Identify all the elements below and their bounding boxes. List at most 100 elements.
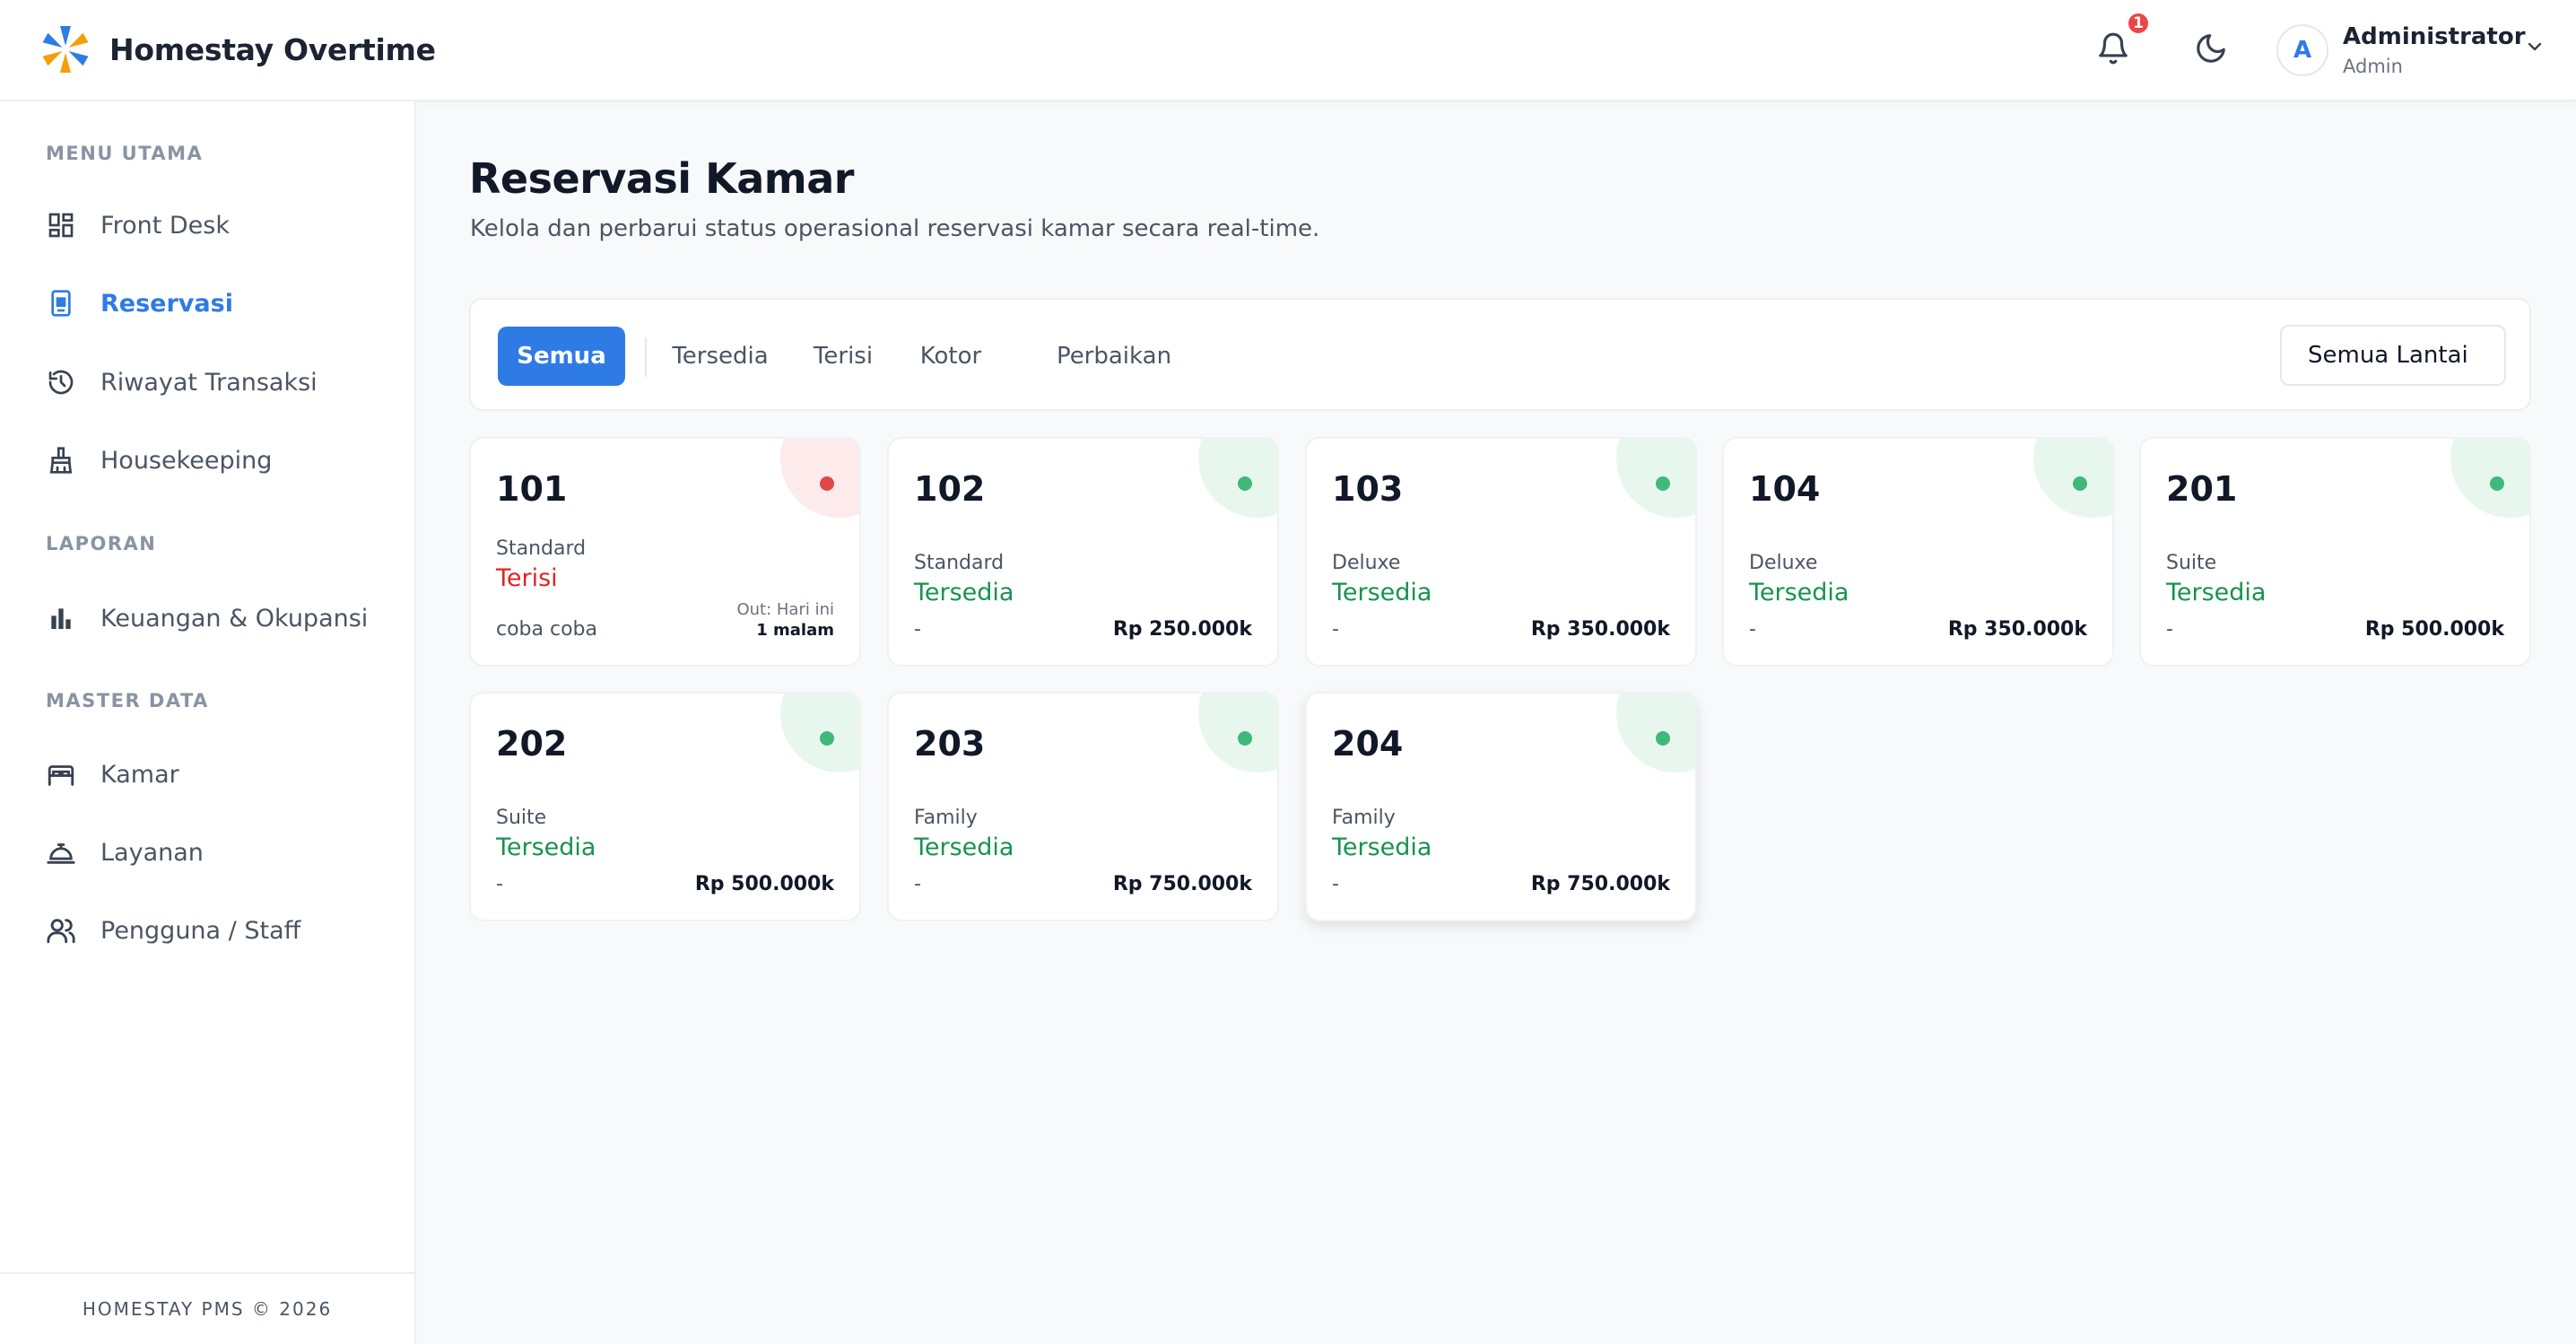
sidebar-item-label: Pengguna / Staff xyxy=(100,916,301,945)
room-card-101[interactable]: 101 Standard Terisi coba coba Out: Hari … xyxy=(469,437,861,667)
room-card-104[interactable]: 104 Deluxe Tersedia - Rp 350.000k xyxy=(1722,437,2114,667)
room-number: 202 xyxy=(496,724,568,764)
reservation-icon xyxy=(45,287,77,319)
tab-terisi[interactable]: Terisi xyxy=(803,327,883,386)
checkout-label: Out: Hari ini xyxy=(736,600,834,619)
sidebar-item-label: Reservasi xyxy=(100,289,233,318)
guest-name: - xyxy=(496,873,503,895)
filter-bar: Semua Tersedia Terisi Kotor Perbaikan Se… xyxy=(469,298,2531,411)
room-price: Rp 250.000k xyxy=(1112,618,1252,641)
sidebar-item-label: Riwayat Transaksi xyxy=(100,368,318,397)
room-card-203[interactable]: 203 Family Tersedia - Rp 750.000k xyxy=(887,692,1279,921)
sidebar: MENU UTAMA Front Desk Reservasi Riwayat … xyxy=(0,101,416,1344)
moon-icon xyxy=(2197,34,2225,63)
brand-logo-icon xyxy=(42,26,89,73)
sidebar-item-keuangan-okupansi[interactable]: Keuangan & Okupansi xyxy=(45,593,386,643)
status-dot xyxy=(1238,476,1252,491)
room-type: Family xyxy=(1332,807,1396,829)
bell-icon xyxy=(2099,32,2128,65)
sidebar-item-housekeeping[interactable]: Housekeeping xyxy=(45,435,386,485)
room-card-103[interactable]: 103 Deluxe Tersedia - Rp 350.000k xyxy=(1305,437,1697,667)
history-icon xyxy=(45,366,77,398)
bar-chart-icon xyxy=(45,602,77,634)
chevron-down-icon[interactable] xyxy=(2524,36,2546,57)
room-status: Tersedia xyxy=(914,833,1014,861)
bed-icon xyxy=(45,758,77,790)
sidebar-item-layanan[interactable]: Layanan xyxy=(45,827,386,877)
floor-select[interactable]: Semua Lantai xyxy=(2280,325,2506,386)
theme-toggle-button[interactable] xyxy=(2184,22,2238,75)
tab-perbaikan[interactable]: Perbaikan xyxy=(1047,327,1181,386)
room-number: 104 xyxy=(1749,469,1821,509)
sidebar-item-kamar[interactable]: Kamar xyxy=(45,749,386,799)
user-name: Administrator xyxy=(2343,23,2526,50)
guest-name: - xyxy=(1332,618,1339,641)
cleaning-icon xyxy=(45,444,77,476)
status-corner xyxy=(2450,439,2529,518)
status-dot xyxy=(820,731,834,746)
avatar: A xyxy=(2276,24,2328,76)
brand[interactable]: Homestay Overtime xyxy=(39,23,436,75)
room-price: Rp 750.000k xyxy=(1530,873,1670,895)
tab-tersedia[interactable]: Tersedia xyxy=(666,327,774,386)
room-status: Tersedia xyxy=(1332,833,1432,861)
room-status: Tersedia xyxy=(1749,579,1849,607)
room-number: 204 xyxy=(1332,724,1404,764)
sidebar-footer: HOMESTAY PMS © 2026 xyxy=(0,1272,414,1344)
sidebar-section-title: MENU UTAMA xyxy=(46,143,204,164)
sidebar-item-reservasi[interactable]: Reservasi xyxy=(45,278,386,328)
guest-name: coba coba xyxy=(496,618,597,641)
room-number: 102 xyxy=(914,469,986,509)
sidebar-item-riwayat-transaksi[interactable]: Riwayat Transaksi xyxy=(45,357,386,407)
status-dot xyxy=(1656,731,1670,746)
tab-kotor[interactable]: Kotor xyxy=(910,327,991,386)
status-dot xyxy=(1238,731,1252,746)
room-price: Rp 350.000k xyxy=(1530,618,1670,641)
guest-name: - xyxy=(2166,618,2173,641)
room-type: Standard xyxy=(914,552,1005,574)
sidebar-item-pengguna-staff[interactable]: Pengguna / Staff xyxy=(45,905,386,956)
room-type: Deluxe xyxy=(1749,552,1818,574)
sidebar-item-label: Kamar xyxy=(100,760,179,789)
room-service-icon xyxy=(45,836,77,868)
room-card-202[interactable]: 202 Suite Tersedia - Rp 500.000k xyxy=(469,692,861,921)
tab-divider xyxy=(645,337,647,377)
status-corner xyxy=(1198,694,1277,772)
room-number: 203 xyxy=(914,724,986,764)
tab-semua[interactable]: Semua xyxy=(498,327,625,386)
sidebar-item-label: Front Desk xyxy=(100,211,230,240)
status-dot xyxy=(2073,476,2087,491)
sidebar-section-title: MASTER DATA xyxy=(46,690,209,711)
status-corner xyxy=(1198,439,1277,518)
room-card-102[interactable]: 102 Standard Tersedia - Rp 250.000k xyxy=(887,437,1279,667)
dashboard-icon xyxy=(45,209,77,241)
user-menu[interactable]: A Administrator Admin xyxy=(2276,23,2526,77)
sidebar-item-label: Keuangan & Okupansi xyxy=(100,604,369,633)
status-corner xyxy=(1616,439,1695,518)
nights-count: 1 malam xyxy=(756,621,834,640)
status-corner xyxy=(780,694,859,772)
room-type: Standard xyxy=(496,537,587,560)
status-dot xyxy=(2490,476,2504,491)
notification-badge: 1 xyxy=(2126,11,2151,36)
status-dot xyxy=(1656,476,1670,491)
room-price: Rp 750.000k xyxy=(1112,873,1252,895)
guest-name: - xyxy=(914,618,921,641)
room-price: Rp 350.000k xyxy=(1947,618,2087,641)
status-dot xyxy=(820,476,834,491)
room-status: Terisi xyxy=(496,564,558,592)
room-card-201[interactable]: 201 Suite Tersedia - Rp 500.000k xyxy=(2139,437,2531,667)
room-status: Tersedia xyxy=(914,579,1014,607)
page-title: Reservasi Kamar xyxy=(469,154,854,203)
room-number: 103 xyxy=(1332,469,1404,509)
page-subtitle: Kelola dan perbarui status operasional r… xyxy=(470,215,1320,242)
users-icon xyxy=(45,914,77,947)
room-status: Tersedia xyxy=(496,833,596,861)
room-type: Family xyxy=(914,807,978,829)
room-card-204[interactable]: 204 Family Tersedia - Rp 750.000k xyxy=(1305,692,1697,921)
room-type: Suite xyxy=(2166,552,2217,574)
sidebar-item-front-desk[interactable]: Front Desk xyxy=(45,200,386,250)
user-role: Admin xyxy=(2343,56,2403,77)
status-corner xyxy=(2033,439,2112,518)
room-number: 201 xyxy=(2166,469,2238,509)
